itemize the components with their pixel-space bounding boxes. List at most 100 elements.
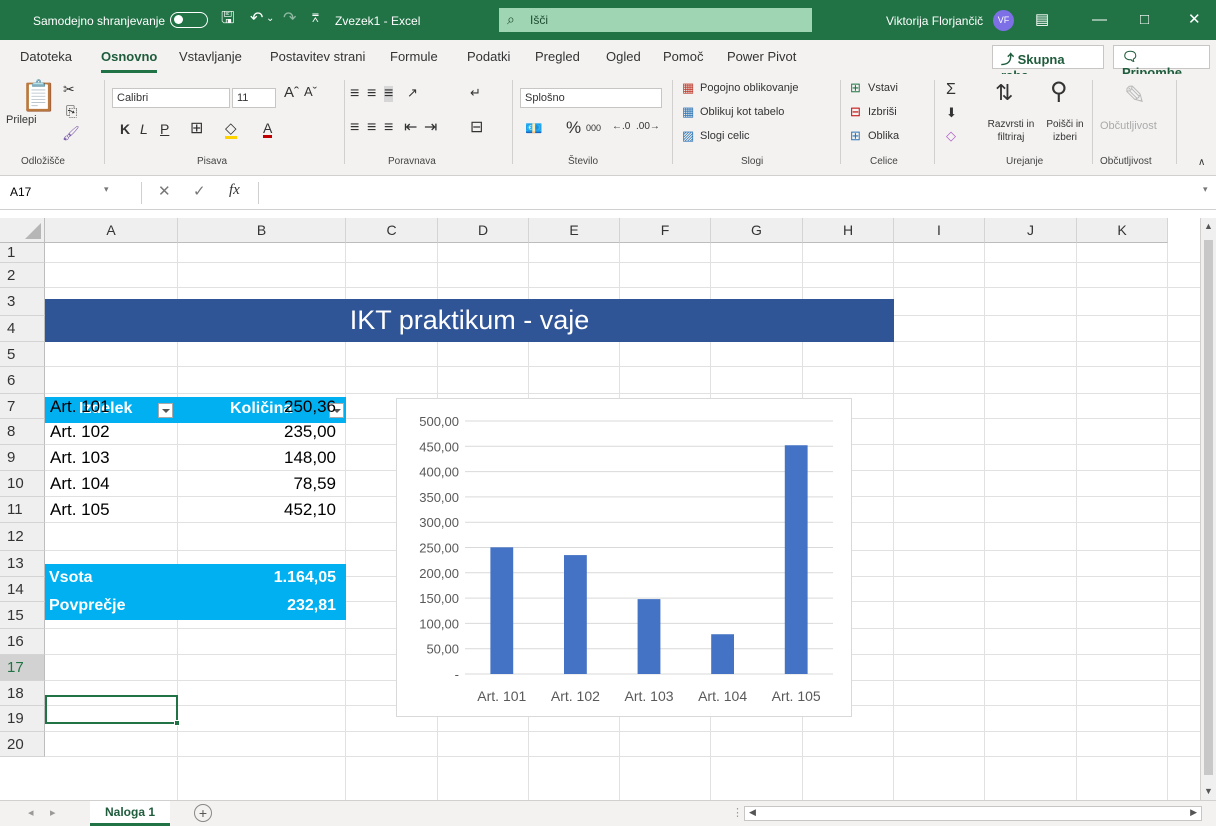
enter-icon[interactable]: ✓ [193,182,206,200]
font-color-icon[interactable]: A [263,121,273,138]
insert-function-icon[interactable]: fx [229,182,240,199]
align-left-icon[interactable]: ≡ [350,120,359,136]
cell-product[interactable]: Art. 104 [50,471,174,497]
cell-styles-button[interactable]: Slogi celic [700,130,750,142]
bar-chart[interactable]: - 50,00 100,00 150,00 200,00 250,00 300,00 350,… [396,398,852,717]
copy-icon[interactable]: ⎘ [66,104,77,118]
row-header-1[interactable]: 1 [0,243,45,263]
conditional-formatting-button[interactable]: Pogojno oblikovanje [700,82,798,94]
select-all-corner[interactable] [0,218,45,243]
scroll-right-icon[interactable]: ▶ [1190,807,1197,818]
row-header-5[interactable]: 5 [0,342,45,367]
average-row[interactable]: Povprečje 232,81 [45,592,346,620]
row-header-3[interactable]: 3 [0,288,45,316]
fill-handle[interactable] [174,720,180,726]
row-header-9[interactable]: 9 [0,445,45,471]
chart-bar[interactable] [784,445,808,674]
cell-product[interactable]: Art. 102 [50,419,174,445]
tab-split-handle-icon[interactable]: ⋮ [732,806,743,819]
decrease-indent-icon[interactable]: ⇤ [404,120,417,136]
increase-decimal-icon[interactable]: ←.0 [612,121,630,132]
column-header-j[interactable]: J [985,218,1077,243]
cell-quantity[interactable]: 250,36 [182,394,336,420]
close-icon[interactable]: ✕ [1188,11,1201,29]
row-header-13[interactable]: 13 [0,551,45,577]
row-header-8[interactable]: 8 [0,419,45,445]
column-header-g[interactable]: G [711,218,803,243]
row-header-19[interactable]: 19 [0,706,45,732]
format-cells-button[interactable]: Oblika [868,130,899,142]
tab-formulas[interactable]: Formule [390,49,438,64]
row-header-14[interactable]: 14 [0,577,45,602]
row-header-7[interactable]: 7 [0,394,45,419]
format-painter-icon[interactable]: 🖌 [62,126,80,140]
collapse-ribbon-icon[interactable]: ∧ [1198,158,1205,168]
increase-indent-icon[interactable]: ⇥ [424,120,437,136]
column-header-i[interactable]: I [894,218,985,243]
autosum-icon[interactable]: Σ [946,82,956,98]
add-sheet-icon[interactable]: + [194,804,212,822]
tab-power-pivot[interactable]: Power Pivot [727,49,796,64]
cut-icon[interactable]: ✂ [63,82,75,96]
row-header-16[interactable]: 16 [0,629,45,655]
redo-icon[interactable]: ↷ [283,10,296,28]
cell-product[interactable]: Art. 105 [50,497,174,523]
column-header-f[interactable]: F [620,218,711,243]
comma-style-icon[interactable]: 000 [586,123,601,133]
row-header-20[interactable]: 20 [0,732,45,757]
number-format-select[interactable]: Splošno [520,88,662,108]
active-cell-a17[interactable] [45,695,180,726]
decrease-decimal-icon[interactable]: .00→ [636,121,660,132]
tab-insert[interactable]: Vstavljanje [179,49,242,64]
chart-bar[interactable] [711,634,735,674]
cell-quantity[interactable]: 78,59 [182,471,336,497]
chart-bar[interactable] [637,599,661,674]
scroll-up-icon[interactable]: ▲ [1204,221,1213,231]
insert-cells-button[interactable]: Vstavi [868,82,898,94]
row-header-15[interactable]: 15 [0,602,45,629]
align-center-icon[interactable]: ≡ [367,120,376,136]
avatar[interactable]: VF [993,10,1014,31]
paste-button[interactable]: Prilepi [6,114,37,126]
orientation-icon[interactable]: ↗ [407,86,418,99]
chart-bar[interactable] [563,555,587,674]
minimize-icon[interactable]: — [1092,11,1107,29]
tab-data[interactable]: Podatki [467,49,510,64]
row-header-18[interactable]: 18 [0,681,45,706]
increase-font-icon[interactable]: Aˆ [284,84,299,101]
cancel-icon[interactable]: ✕ [158,182,171,200]
maximize-icon[interactable]: □ [1140,11,1149,29]
paste-icon[interactable]: 📋 [20,82,57,112]
ribbon-display-icon[interactable]: ▤ [1035,11,1049,29]
row-header-11[interactable]: 11 [0,497,45,523]
tab-home[interactable]: Osnovno [101,49,157,64]
scroll-thumb[interactable] [1204,240,1213,775]
row-header-10[interactable]: 10 [0,471,45,497]
merge-center-icon[interactable]: ⊟ [470,120,483,136]
borders-icon[interactable]: ⊞ [190,121,203,137]
scroll-left-icon[interactable]: ◀ [749,807,756,818]
tab-view[interactable]: Ogled [606,49,641,64]
save-icon[interactable]: 🖫 [221,10,235,28]
align-middle-icon[interactable]: ≡ [367,86,376,102]
autosave-toggle[interactable] [170,12,208,28]
scroll-down-icon[interactable]: ▼ [1204,786,1213,796]
fill-color-icon[interactable]: ◇ [225,121,237,139]
cell-quantity[interactable]: 235,00 [182,419,336,445]
find-select-button[interactable]: Poišči in izberi [1041,118,1089,144]
title-banner[interactable]: IKT praktikum - vaje [45,299,894,342]
cell-product[interactable]: Art. 101 [50,394,174,420]
row-header-4[interactable]: 4 [0,316,45,342]
share-button[interactable]: ⤴ Skupna raba [992,45,1104,83]
sort-filter-button[interactable]: Razvrsti in filtriraj [981,118,1041,144]
column-header-d[interactable]: D [438,218,529,243]
row-header-12[interactable]: 12 [0,523,45,551]
font-name-select[interactable]: Calibri [112,88,230,108]
tab-help[interactable]: Pomoč [663,49,703,64]
decrease-font-icon[interactable]: Aˇ [304,84,317,99]
expand-formula-icon[interactable]: ▾ [1203,184,1208,195]
percent-style-icon[interactable]: % [566,118,581,138]
horizontal-scrollbar[interactable]: ◀ ▶ [744,806,1202,821]
cell-quantity[interactable]: 452,10 [182,497,336,523]
italic-button[interactable]: L [140,121,148,137]
